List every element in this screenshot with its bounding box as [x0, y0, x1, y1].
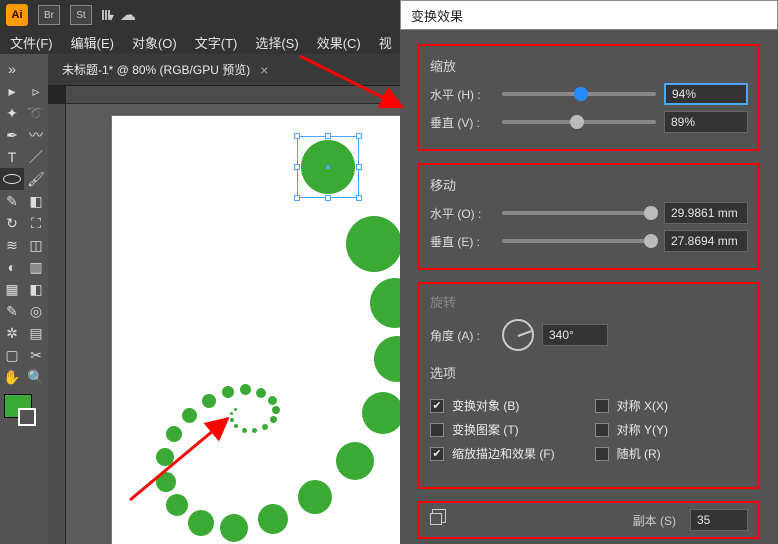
- selection-tool-icon[interactable]: ▸: [0, 80, 24, 102]
- app-logo-icon: Ai: [6, 4, 28, 26]
- move-v-input[interactable]: 27.8694 mm: [664, 230, 748, 252]
- options-heading: 选项: [430, 363, 748, 382]
- arrange-docs-icon[interactable]: ▾: [102, 10, 110, 20]
- gradient-tool-icon[interactable]: ◧: [24, 278, 48, 300]
- line-tool-icon[interactable]: ／: [24, 146, 48, 168]
- tools-panel: » ▸▹ ✦➰ ✒〰 T／ 🖌 ✎◧ ↻⛶ ≋◫ ◐▥ ▦◧ ✎◎ ✲▤ ▢✂ …: [0, 54, 48, 544]
- lbl-reflect-y: 对称 Y(Y): [617, 421, 668, 438]
- ellipse-tool-icon[interactable]: [0, 168, 24, 190]
- brush-tool-icon[interactable]: 🖌: [24, 168, 48, 190]
- lbl-scale-strokes: 缩放描边和效果 (F): [452, 445, 555, 462]
- chk-transform-pattern[interactable]: [430, 423, 444, 437]
- slice-tool-icon[interactable]: ✂: [24, 344, 48, 366]
- move-h-label: 水平 (O) :: [430, 205, 494, 222]
- hand-tool-icon[interactable]: ✋: [0, 366, 24, 388]
- color-swatches[interactable]: [0, 394, 48, 426]
- bridge-icon[interactable]: Br: [38, 5, 60, 25]
- artboard-tool-icon[interactable]: ▢: [0, 344, 24, 366]
- chk-transform-object[interactable]: [430, 399, 444, 413]
- document-tab[interactable]: 未标题-1* @ 80% (RGB/GPU 预览): [62, 61, 250, 78]
- zoom-tool-icon[interactable]: 🔍: [24, 366, 48, 388]
- magic-wand-tool-icon[interactable]: ✦: [0, 102, 24, 124]
- stock-icon[interactable]: St: [70, 5, 92, 25]
- chk-reflect-y[interactable]: [595, 423, 609, 437]
- symbol-sprayer-tool-icon[interactable]: ✲: [0, 322, 24, 344]
- copies-input[interactable]: 35: [690, 509, 748, 531]
- scale-v-slider[interactable]: [502, 120, 656, 124]
- ruler-vertical: [48, 104, 66, 544]
- lbl-transform-pattern: 变换图案 (T): [452, 421, 519, 438]
- width-tool-icon[interactable]: ≋: [0, 234, 24, 256]
- direct-select-tool-icon[interactable]: ▹: [24, 80, 48, 102]
- menu-effect[interactable]: 效果(C): [317, 33, 361, 52]
- scale-v-input[interactable]: 89%: [664, 111, 748, 133]
- rotate-tool-icon[interactable]: ↻: [0, 212, 24, 234]
- transform-effect-dialog: 变换效果 缩放 水平 (H) : 94% 垂直 (V) : 89% 移动 水平 …: [400, 0, 778, 544]
- chk-random[interactable]: [595, 447, 609, 461]
- scale-heading: 缩放: [430, 56, 748, 75]
- chk-scale-strokes[interactable]: [430, 447, 444, 461]
- scale-section: 缩放 水平 (H) : 94% 垂直 (V) : 89%: [418, 44, 760, 151]
- copies-section: 副本 (S) 35: [418, 501, 760, 539]
- angle-dial-icon[interactable]: [502, 319, 534, 351]
- anchor-grid-icon[interactable]: [430, 513, 448, 527]
- move-v-label: 垂直 (E) :: [430, 233, 494, 250]
- move-h-slider[interactable]: [502, 211, 656, 215]
- scale-h-input[interactable]: 94%: [664, 83, 748, 105]
- artboard[interactable]: [112, 116, 422, 544]
- menu-select[interactable]: 选择(S): [255, 33, 298, 52]
- scale-h-label: 水平 (H) :: [430, 86, 494, 103]
- menu-view[interactable]: 视: [379, 33, 392, 52]
- type-tool-icon[interactable]: T: [0, 146, 24, 168]
- graph-tool-icon[interactable]: ▤: [24, 322, 48, 344]
- menu-type[interactable]: 文字(T): [195, 33, 238, 52]
- tab-cycle-icon[interactable]: »: [0, 58, 24, 80]
- lbl-reflect-x: 对称 X(X): [617, 397, 668, 414]
- menu-object[interactable]: 对象(O): [132, 33, 177, 52]
- dialog-title[interactable]: 变换效果: [400, 0, 778, 30]
- stroke-swatch-icon[interactable]: [18, 408, 36, 426]
- scale-h-slider[interactable]: [502, 92, 656, 96]
- scale-v-label: 垂直 (V) :: [430, 114, 494, 131]
- lbl-random: 随机 (R): [617, 445, 661, 462]
- move-heading: 移动: [430, 175, 748, 194]
- shaper-tool-icon[interactable]: ✎: [0, 190, 24, 212]
- rotate-section: 旋转 角度 (A) : 340° 选项 变换对象 (B) 变换图案 (T) 缩放…: [418, 282, 760, 489]
- chk-reflect-x[interactable]: [595, 399, 609, 413]
- move-v-slider[interactable]: [502, 239, 656, 243]
- curvature-tool-icon[interactable]: 〰: [24, 124, 48, 146]
- menu-edit[interactable]: 编辑(E): [71, 33, 114, 52]
- sync-icon[interactable]: ☁: [120, 5, 136, 25]
- eyedropper-tool-icon[interactable]: ✎: [0, 300, 24, 322]
- free-transform-tool-icon[interactable]: ◫: [24, 234, 48, 256]
- angle-input[interactable]: 340°: [542, 324, 608, 346]
- pen-tool-icon[interactable]: ✒: [0, 124, 24, 146]
- lasso-tool-icon[interactable]: ➰: [24, 102, 48, 124]
- lbl-transform-object: 变换对象 (B): [452, 397, 519, 414]
- perspective-tool-icon[interactable]: ▥: [24, 256, 48, 278]
- shape-builder-tool-icon[interactable]: ◐: [0, 256, 24, 278]
- mesh-tool-icon[interactable]: ▦: [0, 278, 24, 300]
- menu-file[interactable]: 文件(F): [10, 33, 53, 52]
- copies-label: 副本 (S): [462, 512, 676, 529]
- angle-label: 角度 (A) :: [430, 327, 494, 344]
- move-h-input[interactable]: 29.9861 mm: [664, 202, 748, 224]
- blend-tool-icon[interactable]: ◎: [24, 300, 48, 322]
- scale-tool-icon[interactable]: ⛶: [24, 212, 48, 234]
- move-section: 移动 水平 (O) : 29.9861 mm 垂直 (E) : 27.8694 …: [418, 163, 760, 270]
- close-tab-icon[interactable]: ×: [260, 62, 268, 78]
- selected-ellipse[interactable]: [297, 136, 359, 198]
- rotate-heading: 旋转: [430, 292, 748, 311]
- eraser-tool-icon[interactable]: ◧: [24, 190, 48, 212]
